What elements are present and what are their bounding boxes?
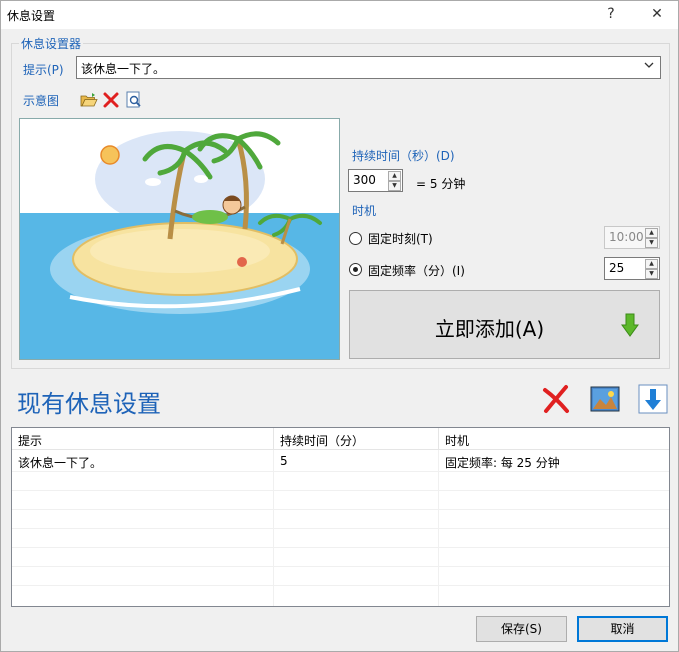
- spin-down-icon[interactable]: ▼: [388, 181, 401, 191]
- duration-spinner[interactable]: 300 ▲ ▼: [348, 169, 403, 192]
- row-timing-cell: 固定频率: 每 25 分钟: [445, 456, 560, 470]
- chevron-down-icon[interactable]: [642, 59, 656, 75]
- row-divider: [12, 547, 669, 548]
- thumbnail-label: 示意图: [23, 94, 60, 108]
- duration-equals-text: = 5 分钟: [416, 177, 466, 191]
- image-icon[interactable]: [590, 385, 620, 415]
- fixed-time-label: 固定时刻(T): [368, 232, 433, 246]
- fixed-time-spinner[interactable]: 10:00 ▲ ▼: [604, 226, 660, 249]
- column-header-timing[interactable]: 时机: [439, 428, 669, 450]
- add-now-button[interactable]: 立即添加(A): [349, 290, 660, 359]
- prompt-combobox[interactable]: 该休息一下了。: [76, 56, 661, 79]
- break-settings-window: 休息设置 ? ✕ 休息设置器 提示(P) 该休息一下了。 示意图 持续时间（秒）…: [0, 0, 679, 652]
- cancel-button[interactable]: 取消: [577, 616, 668, 642]
- add-now-label: 立即添加(A): [434, 317, 545, 341]
- group-label: 休息设置器: [19, 35, 84, 52]
- folder-open-icon[interactable]: [80, 91, 98, 109]
- row-divider: [12, 528, 669, 529]
- existing-settings-list[interactable]: 提示 持续时间（分） 时机 该休息一下了。 5 固定频率: 每 25 分钟: [11, 427, 670, 607]
- row-divider: [12, 566, 669, 567]
- preview-icon[interactable]: [125, 91, 143, 109]
- help-button[interactable]: ?: [591, 3, 631, 27]
- prompt-label: 提示(P): [23, 63, 64, 77]
- spin-up-icon[interactable]: ▲: [645, 259, 658, 269]
- preview-image: [19, 118, 340, 360]
- row-divider: [12, 490, 669, 491]
- fixed-time-radio[interactable]: [349, 232, 362, 245]
- spin-up-icon[interactable]: ▲: [388, 171, 401, 181]
- existing-settings-title: 现有休息设置: [17, 390, 161, 418]
- fixed-frequency-spinner[interactable]: 25 ▲ ▼: [604, 257, 660, 280]
- spin-down-icon[interactable]: ▼: [645, 269, 658, 279]
- row-divider: [12, 509, 669, 510]
- spin-down-icon[interactable]: ▼: [645, 238, 658, 248]
- column-header-duration[interactable]: 持续时间（分）: [274, 428, 439, 450]
- download-icon[interactable]: [638, 384, 668, 414]
- title-bar: 休息设置 ? ✕: [1, 1, 678, 29]
- delete-icon[interactable]: [541, 384, 571, 414]
- fixed-frequency-value: 25: [609, 261, 625, 275]
- fixed-time-value: 10:00: [609, 230, 644, 244]
- fixed-frequency-radio[interactable]: [349, 263, 362, 276]
- duration-label: 持续时间（秒）(D): [352, 149, 455, 163]
- window-title: 休息设置: [7, 9, 56, 23]
- column-header-prompt[interactable]: 提示: [12, 428, 274, 450]
- row-divider: [12, 585, 669, 586]
- save-button[interactable]: 保存(S): [476, 616, 567, 642]
- row-prompt-cell: 该休息一下了。: [18, 456, 103, 470]
- prompt-value: 该休息一下了。: [81, 62, 166, 76]
- fixed-frequency-label: 固定频率（分）(I): [368, 264, 465, 278]
- duration-value: 300: [353, 173, 376, 187]
- down-arrow-icon: [621, 313, 639, 340]
- spin-up-icon[interactable]: ▲: [645, 228, 658, 238]
- timing-label: 时机: [352, 204, 377, 218]
- row-duration-cell: 5: [280, 454, 288, 468]
- delete-icon[interactable]: [102, 91, 120, 109]
- row-divider: [12, 471, 669, 472]
- close-button[interactable]: ✕: [637, 3, 677, 27]
